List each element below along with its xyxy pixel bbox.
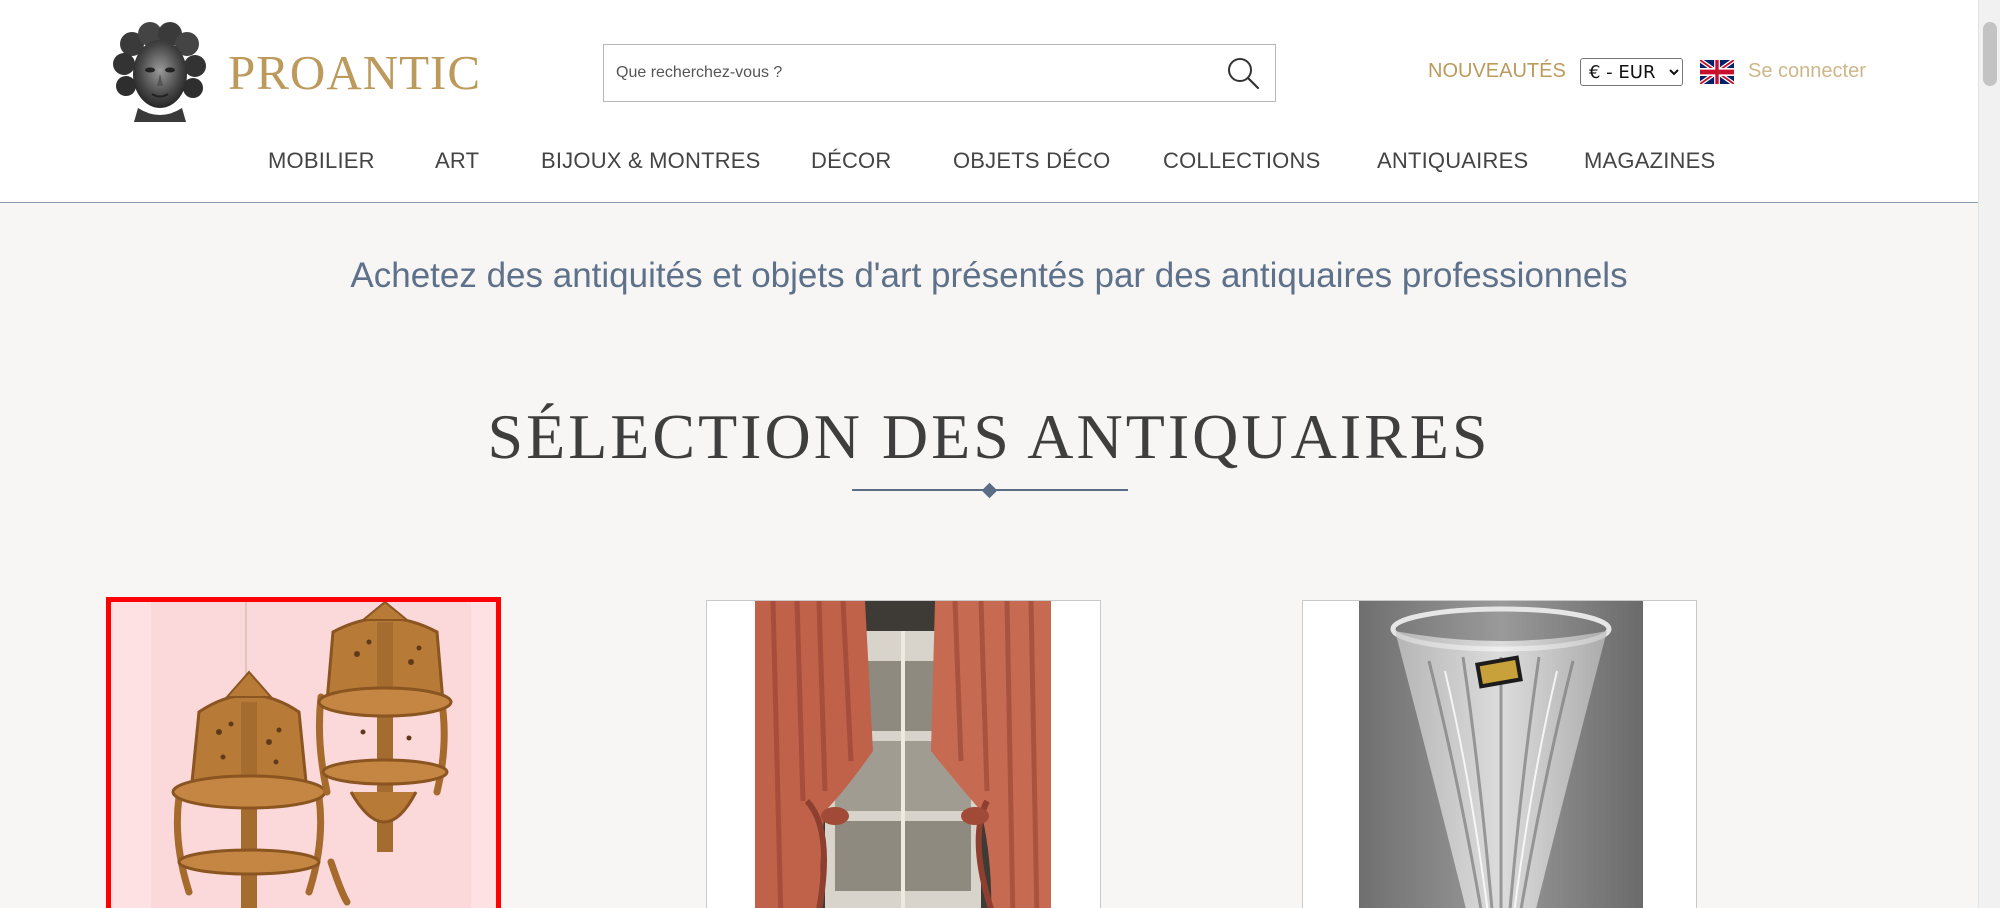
search-input[interactable]: [604, 45, 1211, 101]
product-card[interactable]: [1302, 600, 1697, 908]
nav-item-collections[interactable]: COLLECTIONS: [1163, 148, 1320, 174]
bust-logo-icon: [113, 22, 206, 122]
login-link[interactable]: Se connecter: [1748, 60, 1866, 83]
nav-item-magazines[interactable]: MAGAZINES: [1584, 148, 1715, 174]
nav-item-art[interactable]: ART: [435, 148, 479, 174]
nav-item-antiquaires[interactable]: ANTIQUAIRES: [1377, 148, 1528, 174]
nav-item-bijoux-montres[interactable]: BIJOUX & MONTRES: [541, 148, 761, 174]
search-bar: [603, 44, 1276, 102]
section-title: SÉLECTION DES ANTIQUAIRES: [487, 401, 1491, 472]
tagline: Achetez des antiquités et objets d'art p…: [350, 256, 1628, 295]
product-card[interactable]: [106, 597, 501, 908]
site-header: PROANTIC NOUVEAUTÉS € - EUR Se connecter…: [0, 0, 1978, 203]
nouveautes-link[interactable]: NOUVEAUTÉS: [1428, 60, 1566, 83]
currency-select[interactable]: € - EUR: [1580, 58, 1683, 86]
nav-item-mobilier[interactable]: MOBILIER: [268, 148, 375, 174]
crystal-vase-image: [1359, 601, 1643, 908]
main-nav: MOBILIER ART BIJOUX & MONTRES DÉCOR OBJE…: [0, 148, 1978, 178]
logo-text: PROANTIC: [228, 44, 482, 100]
curtains-image: [755, 601, 1051, 908]
scrollbar-thumb[interactable]: [1983, 22, 1997, 86]
product-card[interactable]: [706, 600, 1101, 908]
nav-item-objets-deco[interactable]: OBJETS DÉCO: [953, 148, 1110, 174]
search-icon: [1228, 58, 1260, 90]
logo[interactable]: PROANTIC: [110, 22, 481, 122]
nav-item-decor[interactable]: DÉCOR: [811, 148, 891, 174]
uk-flag-icon[interactable]: [1700, 60, 1734, 84]
divider-diamond-icon: [981, 482, 998, 499]
page-scrollbar[interactable]: [1978, 0, 2000, 908]
corner-shelves-image: [111, 602, 496, 908]
search-button[interactable]: [1211, 45, 1275, 101]
